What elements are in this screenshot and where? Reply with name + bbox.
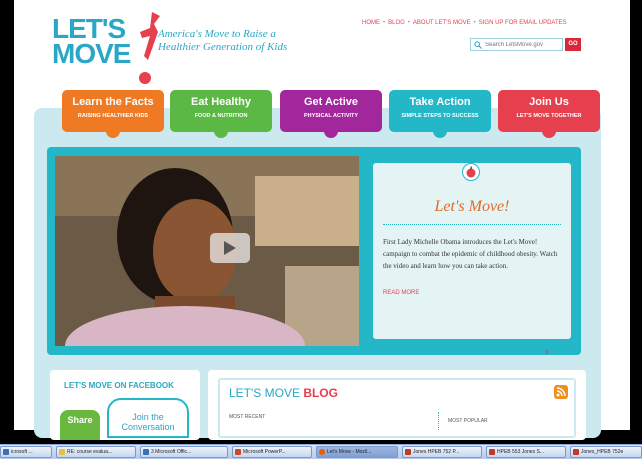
taskbar-label: icrosoft ... <box>11 449 33 455</box>
taskbar-label: RE: course evalua... <box>67 449 113 455</box>
taskbar-item[interactable]: Jones HPEB 752 P... <box>402 446 482 458</box>
nav-subtitle: LET'S MOVE TOGETHER <box>516 113 582 119</box>
search-box <box>470 38 563 51</box>
nav-get-active[interactable]: Get Active PHYSICAL ACTIVITY <box>280 90 382 132</box>
nav-title: Learn the Facts <box>72 96 154 108</box>
link-about[interactable]: ABOUT LET'S MOVE <box>413 20 471 26</box>
pdf-icon <box>573 449 579 455</box>
nav-eat-healthy[interactable]: Eat Healthy FOOD & NUTRITION <box>170 90 272 132</box>
blog-title-prefix: LET'S MOVE <box>229 386 304 400</box>
search-go-button[interactable]: GO <box>565 38 581 51</box>
divider <box>383 224 561 225</box>
taskbar-label: Jones HPEB 752 P... <box>413 449 460 455</box>
carousel-pager: ◂ 1 2 3 4 5 ▸ <box>470 349 568 356</box>
taskbar-label: HPEB 553 Jones S... <box>497 449 544 455</box>
word-icon <box>3 449 9 455</box>
pager-next[interactable]: ▸ <box>554 349 568 356</box>
firefox-icon <box>319 449 325 455</box>
facebook-title: LET'S MOVE ON FACEBOOK <box>64 381 174 390</box>
nav-take-action[interactable]: Take Action SIMPLE STEPS TO SUCCESS <box>389 90 491 132</box>
nav-subtitle: PHYSICAL ACTIVITY <box>303 113 359 119</box>
most-recent-heading: MOST RECENT <box>229 414 266 420</box>
top-links: HOME • BLOG • ABOUT LET'S MOVE • SIGN UP FOR E… <box>362 20 567 26</box>
site-tagline: America's Move to Raise a Healthier Gene… <box>158 28 288 53</box>
taskbar-label: Jones_HPEB 752e <box>581 449 624 455</box>
pdf-icon <box>489 449 495 455</box>
nav-subtitle: RAISING HEALTHIER KIDS <box>77 113 149 119</box>
nav-title: Eat Healthy <box>191 96 251 108</box>
taskbar-item[interactable]: icrosoft ... <box>0 446 52 458</box>
taskbar-label: Microsoft PowerP... <box>243 449 286 455</box>
most-popular-heading: MOST POPULAR <box>448 418 488 424</box>
pager-page[interactable]: 3 <box>512 350 526 356</box>
nav-subtitle: SIMPLE STEPS TO SUCCESS <box>401 113 479 119</box>
search-input[interactable] <box>485 40 561 50</box>
taskbar-label: 3 Microsoft Offic... <box>151 449 192 455</box>
join-conversation-button[interactable]: Join the Conversation <box>107 398 189 438</box>
taskbar-item[interactable]: HPEB 553 Jones S... <box>486 446 566 458</box>
blog-title: LET'S MOVE BLOG <box>229 386 338 400</box>
apple-icon <box>462 163 480 181</box>
powerpoint-icon <box>235 449 241 455</box>
nav-join-us[interactable]: Join Us LET'S MOVE TOGETHER <box>498 90 600 132</box>
facebook-title-prefix: LET'S MOVE ON <box>64 381 129 390</box>
video-thumbnail[interactable] <box>55 156 359 346</box>
lets-move-logo[interactable]: LET'S MOVE <box>52 10 162 84</box>
rss-icon[interactable] <box>554 385 568 399</box>
play-icon <box>224 241 236 255</box>
nav-title: Join Us <box>529 96 569 108</box>
nav-title: Get Active <box>303 96 358 108</box>
feature-title: Let's Move! <box>434 198 510 215</box>
link-email-updates[interactable]: SIGN UP FOR EMAIL UPDATES <box>479 20 567 26</box>
read-more-link[interactable]: READ MORE <box>383 290 419 296</box>
logo-text-bottom: MOVE <box>52 38 131 69</box>
nav-learn-the-facts[interactable]: Learn the Facts RAISING HEALTHIER KIDS <box>62 90 164 132</box>
pager-page-active[interactable]: 5 <box>540 350 554 356</box>
link-blog[interactable]: BLOG <box>388 20 405 26</box>
divider <box>438 412 439 430</box>
search-icon <box>474 41 482 49</box>
taskbar-item[interactable]: Jones_HPEB 752e <box>570 446 642 458</box>
taskbar-label: Let's Move - Mozil... <box>327 449 372 455</box>
share-button[interactable]: Share <box>60 410 100 440</box>
taskbar-item-active[interactable]: Let's Move - Mozil... <box>316 446 398 458</box>
nav-subtitle: FOOD & NUTRITION <box>194 113 248 119</box>
search-form: GO <box>470 38 581 51</box>
blog-title-brand: BLOG <box>303 386 338 400</box>
pager-page[interactable]: 2 <box>498 350 512 356</box>
facebook-title-brand: FACEBOOK <box>128 381 174 390</box>
email-icon <box>59 449 65 455</box>
taskbar-item[interactable]: 3 Microsoft Offic... <box>140 446 228 458</box>
office-icon <box>143 449 149 455</box>
pager-prev[interactable]: ◂ <box>470 349 484 356</box>
feature-description: First Lady Michelle Obama introduces the… <box>383 238 558 270</box>
nav-title: Take Action <box>409 96 471 108</box>
pdf-icon <box>405 449 411 455</box>
pager-page[interactable]: 4 <box>526 350 540 356</box>
play-button[interactable] <box>210 233 250 263</box>
taskbar-item[interactable]: Microsoft PowerP... <box>232 446 312 458</box>
pager-page[interactable]: 1 <box>484 350 498 356</box>
taskbar-item[interactable]: RE: course evalua... <box>56 446 136 458</box>
link-home[interactable]: HOME <box>362 20 380 26</box>
